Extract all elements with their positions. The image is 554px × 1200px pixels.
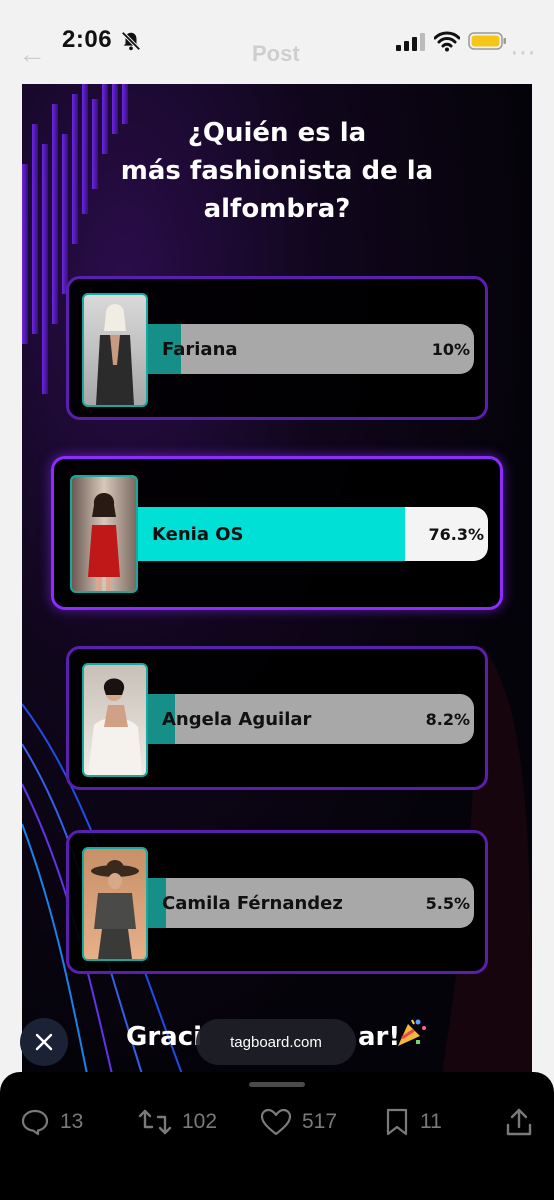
bookmark-icon — [386, 1108, 408, 1136]
close-button[interactable] — [20, 1018, 68, 1066]
option-percent: 76.3% — [428, 524, 484, 544]
like-button[interactable]: 517 — [260, 1106, 337, 1138]
source-link[interactable]: tagboard.com — [196, 1019, 356, 1065]
reply-count: 13 — [60, 1110, 84, 1133]
status-time: 2:06 — [62, 26, 113, 53]
post-header-title: Post — [252, 41, 300, 66]
poll-question-line: alfombra? — [203, 194, 351, 224]
back-arrow-icon[interactable]: ← — [18, 38, 46, 70]
repost-icon — [138, 1109, 172, 1135]
heart-icon — [260, 1108, 292, 1136]
option-percent: 8.2% — [425, 709, 470, 729]
post-action-bar: 13 102 517 11 — [0, 1072, 554, 1200]
repost-count: 102 — [182, 1110, 218, 1133]
poll-image[interactable]: ¿Quién es la más fashionista de la alfom… — [22, 84, 532, 1074]
poll-option-kenia-os[interactable]: Kenia OS 76.3% — [51, 456, 503, 610]
bookmark-count: 11 — [420, 1110, 442, 1133]
share-button[interactable] — [504, 1106, 544, 1138]
poll-option-camila-fernandez[interactable]: Camila Férnandez 5.5% — [66, 830, 488, 974]
silent-bell-icon — [121, 31, 141, 51]
result-bar: Angela Aguilar 8.2% — [148, 694, 474, 744]
cell-signal-icon — [396, 33, 425, 51]
avatar-kenia-os — [70, 475, 138, 593]
poll-option-angela-aguilar[interactable]: Angela Aguilar 8.2% — [66, 646, 488, 790]
wifi-icon — [434, 31, 460, 52]
avatar-angela-aguilar — [82, 663, 148, 777]
status-bar: ← Post ⋯ 2:06 — [0, 0, 554, 84]
poll-question-line: ¿Quién es la — [187, 118, 367, 148]
option-name: Angela Aguilar — [162, 708, 312, 730]
repost-button[interactable]: 102 — [138, 1106, 217, 1138]
poll-question: ¿Quién es la más fashionista de la alfom… — [22, 114, 532, 228]
option-name: Fariana — [162, 338, 238, 360]
option-percent: 5.5% — [425, 893, 470, 913]
option-name: Kenia OS — [152, 523, 244, 545]
result-bar: Camila Férnandez 5.5% — [148, 878, 474, 928]
reply-button[interactable]: 13 — [20, 1106, 83, 1138]
result-bar: Fariana 10% — [148, 324, 474, 374]
avatar-camila-fernandez — [82, 847, 148, 961]
close-icon — [35, 1033, 53, 1051]
option-name: Camila Férnandez — [162, 892, 343, 914]
party-popper-icon — [398, 1019, 426, 1046]
poll-option-fariana[interactable]: Fariana 10% — [66, 276, 488, 420]
like-count: 517 — [302, 1110, 338, 1133]
poll-question-line: más fashionista de la — [120, 156, 434, 186]
option-percent: 10% — [431, 339, 470, 359]
share-icon — [506, 1108, 532, 1136]
result-bar: Kenia OS 76.3% — [138, 507, 488, 561]
battery-icon — [468, 32, 506, 50]
reply-icon — [21, 1109, 49, 1136]
bookmark-button[interactable]: 11 — [384, 1106, 442, 1138]
more-options-icon[interactable]: ⋯ — [510, 37, 536, 68]
avatar-fariana — [82, 293, 148, 407]
sheet-grabber[interactable] — [249, 1082, 305, 1087]
thanks-text-start: Graci — [126, 1022, 203, 1052]
